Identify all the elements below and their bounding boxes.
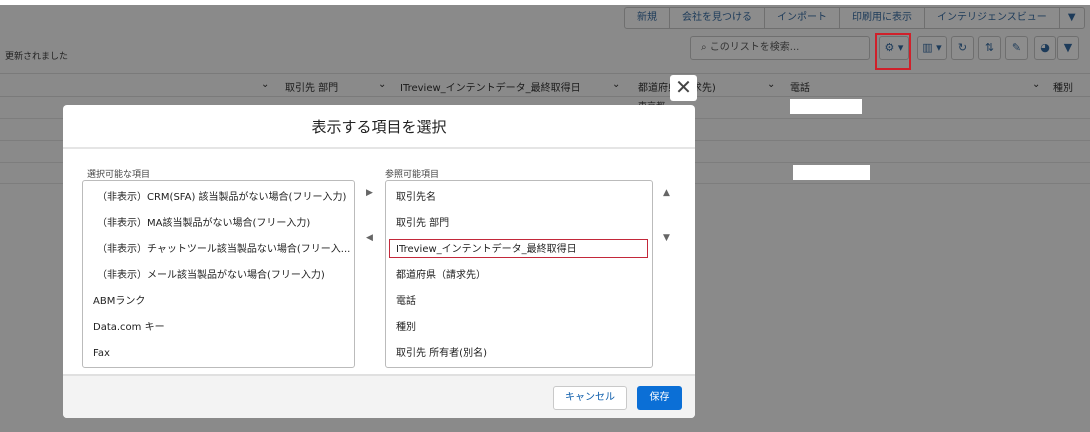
move-up-icon[interactable]: ▲	[663, 188, 670, 198]
list-item[interactable]: （非表示）CRM(SFA) 該当製品がない場合(フリー入力)	[83, 191, 354, 204]
list-item[interactable]: 取引先 部門	[386, 217, 652, 230]
modal-footer: キャンセル 保存	[63, 374, 695, 418]
visible-fields-list[interactable]: 取引先名 取引先 部門 ITreview_インテントデータ_最終取得日 都道府県…	[385, 180, 653, 368]
search-icon: ⌕	[701, 42, 710, 53]
list-item[interactable]: ABMランク	[83, 295, 354, 308]
redacted-cell	[790, 99, 862, 114]
move-left-icon[interactable]: ◀	[366, 233, 373, 243]
move-right-icon[interactable]: ▶	[366, 188, 373, 198]
list-actions: 新規 会社を見つける インポート 印刷用に表示 インテリジェンスビュー ▼	[624, 7, 1085, 29]
list-item[interactable]: （非表示）MA該当製品がない場合(フリー入力)	[83, 217, 354, 230]
visible-fields-label: 参照可能項目	[385, 170, 440, 180]
column-header[interactable]: 電話	[790, 79, 810, 94]
list-item[interactable]: （非表示）チャットツール該当製品ない場合(フリー入...	[83, 243, 354, 256]
new-button[interactable]: 新規	[625, 8, 670, 28]
list-item[interactable]: 電話	[386, 295, 652, 308]
status-text: 更新されました	[5, 52, 69, 62]
modal-title: 表示する項目を選択	[63, 105, 695, 149]
list-item[interactable]: 都道府県（請求先）	[386, 269, 652, 282]
chevron-down-icon[interactable]: ⌄	[612, 79, 620, 90]
selection-highlight	[389, 239, 648, 258]
highlight-box	[875, 33, 911, 70]
chevron-down-icon[interactable]: ⌄	[378, 79, 386, 90]
find-company-button[interactable]: 会社を見つける	[670, 8, 765, 28]
chart-icon[interactable]: ◕	[1034, 36, 1056, 60]
print-view-button[interactable]: 印刷用に表示	[840, 8, 925, 28]
move-down-icon[interactable]: ▼	[663, 233, 670, 243]
list-item[interactable]: 取引先名	[386, 191, 652, 204]
list-item[interactable]: Fax	[83, 347, 354, 360]
sort-icon[interactable]: ⇅	[978, 36, 1001, 60]
chevron-down-icon[interactable]: ⌄	[261, 79, 269, 90]
columns-icon[interactable]: ▥ ▾	[917, 36, 947, 60]
import-button[interactable]: インポート	[765, 8, 840, 28]
list-item[interactable]: （非表示）メール該当製品がない場合(フリー入力)	[83, 269, 354, 282]
select-fields-modal: 表示する項目を選択 選択可能な項目 （非表示）CRM(SFA) 該当製品がない場…	[63, 105, 695, 418]
table-header: ⌄ 取引先 部門 ⌄ ITreview_インテントデータ_最終取得日 ⌄ 都道府…	[0, 73, 1090, 97]
chevron-down-icon[interactable]: ⌄	[1032, 79, 1040, 90]
cancel-button[interactable]: キャンセル	[553, 386, 627, 410]
redacted-cell	[793, 165, 870, 180]
intelligence-view-button[interactable]: インテリジェンスビュー	[925, 8, 1060, 28]
search-input[interactable]: ⌕ このリストを検索...	[690, 36, 870, 60]
top-strip	[0, 0, 1090, 5]
save-button[interactable]: 保存	[637, 386, 682, 410]
chevron-down-icon[interactable]: ⌄	[767, 79, 775, 90]
column-header[interactable]: 種別	[1053, 79, 1073, 94]
column-header[interactable]: ITreview_インテントデータ_最終取得日	[400, 79, 581, 94]
filter-icon[interactable]: ▼	[1057, 36, 1079, 60]
more-actions-button[interactable]: ▼	[1060, 8, 1084, 28]
list-item[interactable]: 種別	[386, 321, 652, 334]
available-fields-label: 選択可能な項目	[87, 170, 151, 180]
edit-icon[interactable]: ✎	[1005, 36, 1028, 60]
list-item[interactable]: Data.com キー	[83, 321, 354, 334]
available-fields-list[interactable]: （非表示）CRM(SFA) 該当製品がない場合(フリー入力) （非表示）MA該当…	[82, 180, 355, 368]
column-header[interactable]: 取引先 部門	[285, 79, 338, 94]
list-item[interactable]: 取引先 所有者(別名)	[386, 347, 652, 360]
close-icon[interactable]: ✕	[670, 75, 697, 101]
refresh-icon[interactable]: ↻	[951, 36, 974, 60]
